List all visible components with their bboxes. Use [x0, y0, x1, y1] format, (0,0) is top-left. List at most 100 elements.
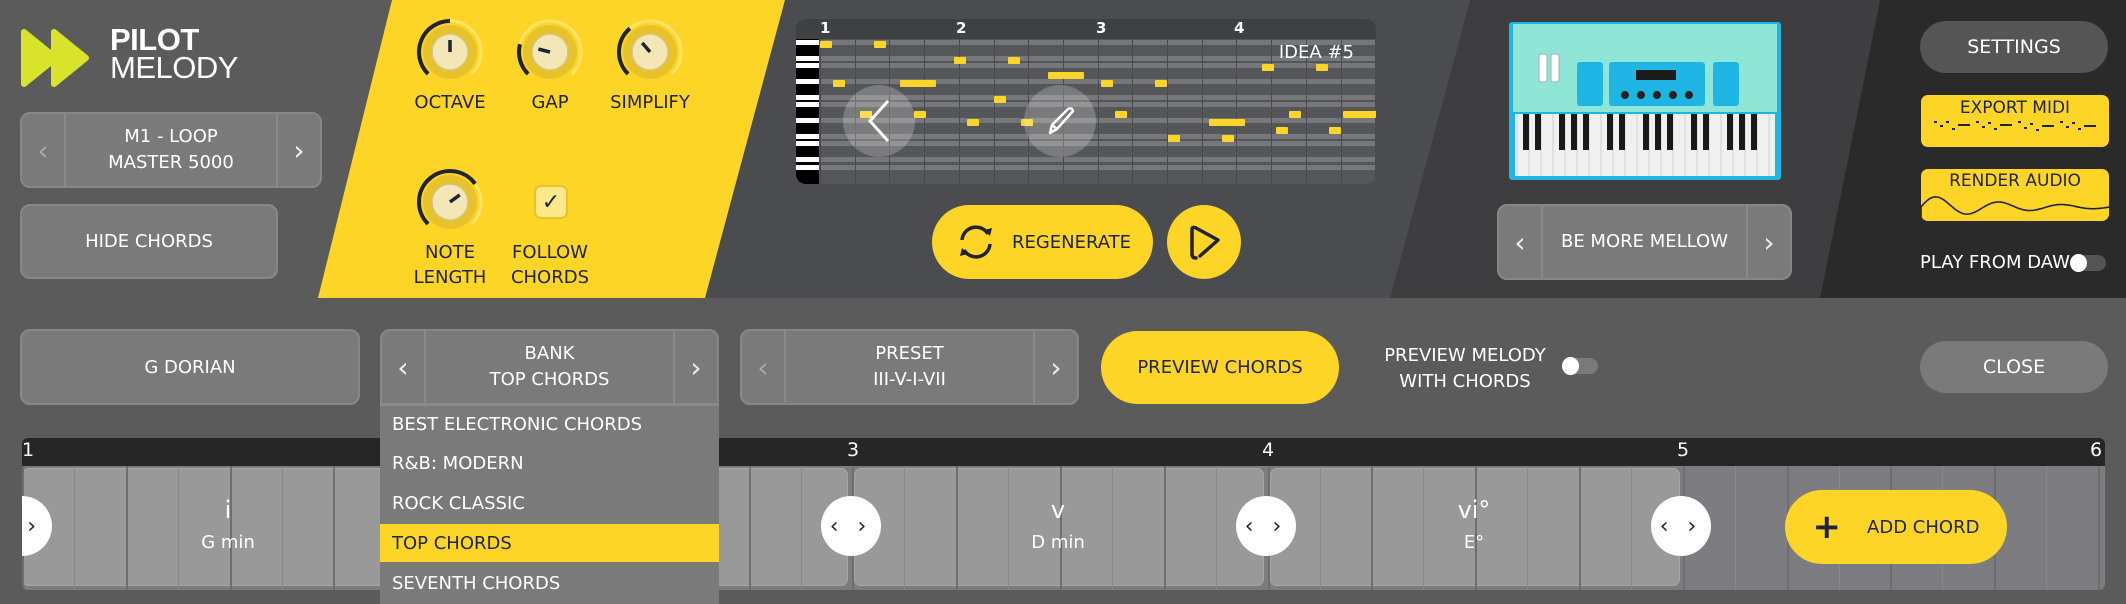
chord-preset-value[interactable]: PRESET III-V-I-VII: [786, 331, 1033, 403]
preview-chords-button[interactable]: PREVIEW CHORDS: [1101, 331, 1339, 404]
track-grid-line: [1111, 466, 1113, 590]
chord-name: D min: [1031, 532, 1085, 553]
track-bar-number: 4: [1262, 439, 1275, 461]
simplify-knob[interactable]: [614, 16, 686, 88]
track-grid-line: [1163, 466, 1166, 590]
next-bank-button[interactable]: ›: [673, 331, 717, 403]
melody-preset-line2: MASTER 5000: [108, 152, 234, 173]
piano-roll[interactable]: 1 2 3 4 IDEA #5: [796, 19, 1376, 184]
scale-button[interactable]: G DORIAN: [20, 329, 360, 405]
piano-white-key: [796, 63, 819, 69]
melody-note[interactable]: [1275, 126, 1288, 134]
next-chord-preset-button[interactable]: ›: [1033, 331, 1077, 403]
chord-track[interactable]: i G min v D min vi° E° › ‹ › ‹ › ‹ › + A…: [22, 466, 2105, 590]
prev-chord-preset-button[interactable]: ‹: [742, 331, 786, 403]
melody-note[interactable]: [900, 80, 937, 87]
melody-note[interactable]: [1101, 80, 1114, 87]
track-grid-line: [1579, 466, 1581, 590]
prev-bank-button[interactable]: ‹: [382, 331, 426, 403]
chord-track-ruler: 1 3 4 5 6: [22, 438, 2105, 466]
roll-grid-line: [1167, 39, 1168, 184]
track-grid-line: [281, 466, 283, 590]
synth-black-key: [1559, 114, 1565, 150]
track-grid-line: [1008, 466, 1010, 590]
play-button[interactable]: [1167, 205, 1241, 279]
melody-note[interactable]: [1114, 111, 1127, 119]
follow-chords-checkbox[interactable]: ✓: [534, 185, 568, 219]
track-grid-line: [2046, 466, 2048, 590]
dropdown-item[interactable]: BEST ELECTRONIC CHORDS: [380, 404, 719, 442]
track-bar-number: 5: [1677, 439, 1690, 461]
track-grid-line: [904, 466, 906, 590]
note-length-knob[interactable]: [414, 166, 486, 238]
track-bar-number: 1: [22, 439, 35, 461]
regenerate-label: REGENERATE: [1011, 231, 1132, 253]
gap-label: GAP: [531, 92, 569, 113]
chord-resize-handle[interactable]: ‹ ›: [1651, 496, 1711, 556]
next-preset-button[interactable]: ›: [276, 114, 320, 186]
preview-melody-toggle[interactable]: [1562, 357, 1598, 375]
octave-label: OCTAVE: [414, 92, 486, 113]
chevron-left-icon: ‹: [397, 350, 409, 384]
melody-note[interactable]: [1289, 111, 1301, 119]
dropdown-item-selected[interactable]: TOP CHORDS: [380, 524, 719, 562]
settings-button[interactable]: SETTINGS: [1920, 21, 2108, 73]
chevron-right-icon: ›: [1050, 350, 1062, 384]
chevron-right-icon: ›: [690, 350, 702, 384]
hide-chords-button[interactable]: HIDE CHORDS: [20, 204, 278, 279]
melody-note[interactable]: [1168, 134, 1181, 142]
chord-block[interactable]: [854, 468, 1264, 586]
chord-preset-title: PRESET: [875, 343, 944, 364]
add-chord-button[interactable]: + ADD CHORD: [1785, 490, 2007, 564]
preview-melody-line1: PREVIEW MELODY: [1384, 345, 1546, 366]
track-grid-line: [229, 466, 232, 590]
melody-preset-value[interactable]: M1 - LOOP MASTER 5000: [66, 114, 276, 186]
melody-note[interactable]: [1329, 126, 1342, 134]
melody-note[interactable]: [1047, 72, 1084, 80]
follow-chords-label-line1: FOLLOW: [512, 242, 588, 263]
play-from-daw-toggle[interactable]: [2070, 254, 2106, 272]
piano-white-key: [796, 79, 819, 84]
roll-grid-line: [1236, 39, 1238, 184]
refresh-icon: [959, 225, 992, 259]
dropdown-item[interactable]: SEVENTH CHORDS: [380, 564, 719, 602]
export-midi-button[interactable]: EXPORT MIDI: [1921, 95, 2109, 147]
gap-knob[interactable]: [514, 16, 586, 88]
play-icon: [1190, 225, 1220, 260]
regenerate-button[interactable]: REGENERATE: [932, 205, 1153, 279]
melody-note[interactable]: [1222, 134, 1234, 142]
melody-note[interactable]: [1342, 111, 1376, 119]
close-button[interactable]: CLOSE: [1920, 341, 2108, 393]
dropdown-item[interactable]: ROCK CLASSIC: [380, 484, 719, 522]
previous-idea-button[interactable]: [843, 85, 915, 157]
melody-note[interactable]: [1007, 56, 1020, 64]
render-audio-button[interactable]: RENDER AUDIO: [1921, 169, 2109, 221]
bank-value[interactable]: BANK TOP CHORDS: [426, 331, 673, 403]
melody-note[interactable]: [1155, 80, 1167, 87]
melody-note[interactable]: [1208, 119, 1245, 126]
simplify-label: SIMPLIFY: [610, 92, 690, 113]
prev-preset-button[interactable]: ‹: [22, 114, 66, 186]
chord-numeral: vi°: [1457, 496, 1491, 524]
chord-resize-handle[interactable]: ‹ ›: [821, 496, 881, 556]
melody-note[interactable]: [967, 119, 980, 126]
prev-style-button[interactable]: ‹: [1499, 206, 1543, 278]
melody-note[interactable]: [1315, 64, 1328, 72]
melody-note[interactable]: [954, 56, 966, 64]
melody-note[interactable]: [1262, 64, 1275, 72]
melody-note[interactable]: [873, 41, 886, 48]
track-grid-line: [1215, 466, 1217, 590]
melody-note[interactable]: [913, 111, 926, 119]
next-style-button[interactable]: ›: [1746, 206, 1790, 278]
dropdown-item[interactable]: R&B: MODERN: [380, 444, 719, 482]
edit-idea-button[interactable]: [1024, 85, 1096, 157]
melody-note[interactable]: [833, 80, 846, 87]
octave-knob[interactable]: [414, 16, 486, 88]
piano-white-key: [796, 40, 819, 45]
synth-black-key: [1739, 114, 1745, 150]
style-value[interactable]: BE MORE MELLOW: [1543, 206, 1746, 278]
export-midi-label: EXPORT MIDI: [1959, 98, 2071, 118]
chord-resize-handle[interactable]: ‹ ›: [1236, 496, 1296, 556]
melody-note[interactable]: [820, 41, 832, 48]
melody-note[interactable]: [994, 95, 1007, 103]
